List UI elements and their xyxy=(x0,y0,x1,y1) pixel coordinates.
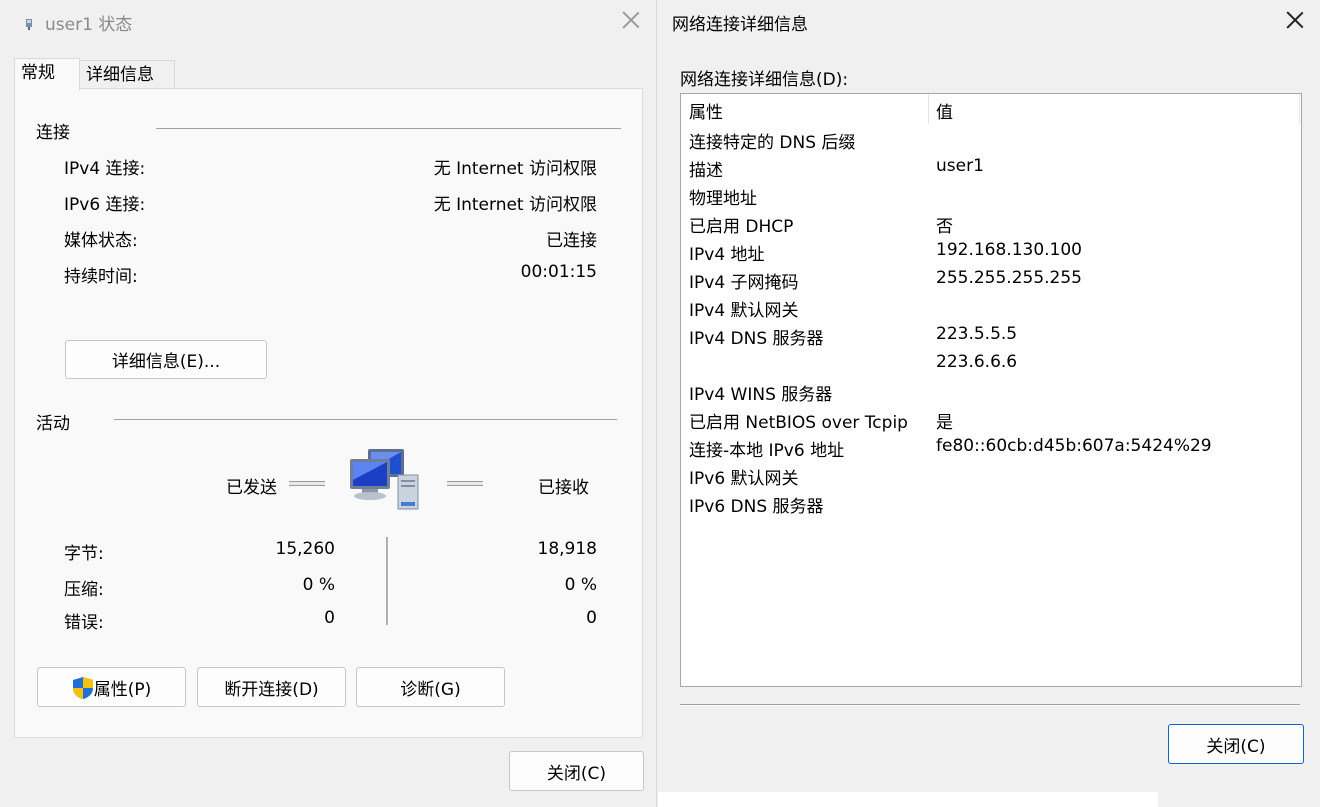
list-item-value: 192.168.130.100 xyxy=(936,240,1083,260)
list-item-property: 描述 xyxy=(689,161,723,181)
tab-general[interactable]: 常规 xyxy=(14,58,80,90)
list-item-value: fe80::60cb:d45b:607a:5424%29 xyxy=(936,436,1212,456)
details-separator xyxy=(680,704,1300,706)
bytes-label: 字节: xyxy=(64,544,104,564)
list-item-value: 是 xyxy=(936,413,953,433)
list-item-value: user1 xyxy=(936,156,984,176)
duration-label: 持续时间: xyxy=(64,267,138,287)
list-item[interactable]: IPv6 默认网关 xyxy=(681,462,1301,490)
compression-received-value: 0 % xyxy=(564,575,597,595)
activity-divider xyxy=(386,537,389,625)
properties-button-label: 属性(P) xyxy=(93,679,152,700)
activity-group-label: 活动 xyxy=(36,414,70,434)
list-item-property: 物理地址 xyxy=(689,189,757,209)
connection-group-label: 连接 xyxy=(36,123,70,143)
list-item-property: 已启用 DHCP xyxy=(689,217,794,237)
network-adapter-icon xyxy=(26,19,32,30)
column-header-value[interactable]: 值 xyxy=(936,98,953,123)
list-item[interactable]: IPv4 地址 192.168.130.100 xyxy=(681,238,1301,266)
column-divider[interactable] xyxy=(1299,94,1300,124)
list-item[interactable]: IPv4 DNS 服务器 223.5.5.5 xyxy=(681,322,1301,350)
background-strip xyxy=(658,792,1158,807)
errors-received-value: 0 xyxy=(586,608,597,628)
list-item-property: IPv4 默认网关 xyxy=(689,301,799,321)
column-header-property[interactable]: 属性 xyxy=(689,98,723,123)
list-item-value: 223.6.6.6 xyxy=(936,352,1018,372)
status-titlebar: user1 状态 xyxy=(0,0,656,44)
ipv6-connection-value: 无 Internet 访问权限 xyxy=(433,195,597,215)
media-state-label: 媒体状态: xyxy=(64,231,138,251)
details-close-button[interactable]: 关闭(C) xyxy=(1168,724,1304,764)
properties-button[interactable]: 属性(P) xyxy=(37,667,186,707)
list-item[interactable]: 描述 user1 xyxy=(681,154,1301,182)
errors-label: 错误: xyxy=(64,613,104,633)
details-list-label: 网络连接详细信息(D): xyxy=(680,70,849,90)
details-window-title: 网络连接详细信息 xyxy=(672,15,808,35)
list-item-property: 已启用 NetBIOS over Tcpip xyxy=(689,413,908,433)
list-item-property: IPv4 WINS 服务器 xyxy=(689,385,833,405)
general-panel: 连接 IPv4 连接: 无 Internet 访问权限 IPv6 连接: 无 I… xyxy=(14,88,643,738)
list-item[interactable]: 连接-本地 IPv6 地址 fe80::60cb:d45b:607a:5424%2… xyxy=(681,434,1301,462)
list-item[interactable]: IPv6 DNS 服务器 xyxy=(681,490,1301,518)
ipv4-connection-value: 无 Internet 访问权限 xyxy=(433,159,597,179)
connection-group-line xyxy=(156,128,621,129)
errors-sent-value: 0 xyxy=(324,608,335,628)
status-close-button[interactable]: 关闭(C) xyxy=(509,751,644,791)
bytes-received-value: 18,918 xyxy=(537,539,597,559)
details-list[interactable]: 属性 值 连接特定的 DNS 后缀 描述 user1 物理地址 已启用 DHCP 否 IPv… xyxy=(680,93,1302,687)
ipv6-connection-label: IPv6 连接: xyxy=(64,195,146,215)
network-computers-icon xyxy=(350,449,419,510)
details-titlebar: 网络连接详细信息 xyxy=(658,0,1320,44)
details-list-header: 属性 值 xyxy=(681,94,1301,124)
sent-activity-bar xyxy=(289,481,325,486)
close-icon[interactable] xyxy=(1284,9,1306,31)
list-item-property: 连接-本地 IPv6 地址 xyxy=(689,441,845,461)
list-item-property: IPv4 地址 xyxy=(689,245,765,265)
list-item-property: 连接特定的 DNS 后缀 xyxy=(689,133,856,153)
list-item[interactable]: 223.6.6.6 xyxy=(681,350,1301,378)
list-item[interactable]: IPv4 子网掩码 255.255.255.255 xyxy=(681,266,1301,294)
list-item[interactable]: 物理地址 xyxy=(681,182,1301,210)
details-button[interactable]: 详细信息(E)... xyxy=(65,340,267,379)
bytes-sent-value: 15,260 xyxy=(275,539,335,559)
media-state-value: 已连接 xyxy=(546,231,597,251)
status-window-title: user1 状态 xyxy=(45,15,133,35)
list-item[interactable]: IPv4 WINS 服务器 xyxy=(681,378,1301,406)
list-item-value: 255.255.255.255 xyxy=(936,268,1083,288)
ipv4-connection-label: IPv4 连接: xyxy=(64,159,146,179)
received-activity-bar xyxy=(447,481,483,486)
status-window: user1 状态 常规 详细信息 连接 IPv4 连接: 无 Internet … xyxy=(0,0,657,807)
uac-shield-icon xyxy=(72,676,93,699)
list-item[interactable]: 已启用 NetBIOS over Tcpip 是 xyxy=(681,406,1301,434)
compression-label: 压缩: xyxy=(64,580,104,600)
activity-group-line xyxy=(114,419,617,420)
sent-label: 已发送 xyxy=(226,478,277,498)
list-item[interactable]: 连接特定的 DNS 后缀 xyxy=(681,126,1301,154)
close-icon[interactable] xyxy=(620,9,642,31)
list-item-value: 否 xyxy=(936,217,953,237)
list-item-property: IPv4 DNS 服务器 xyxy=(689,329,824,349)
disconnect-button[interactable]: 断开连接(D) xyxy=(197,667,346,707)
list-item[interactable]: 已启用 DHCP 否 xyxy=(681,210,1301,238)
list-item-property: IPv4 子网掩码 xyxy=(689,273,799,293)
list-item-property: IPv6 默认网关 xyxy=(689,469,799,489)
diagnose-button[interactable]: 诊断(G) xyxy=(356,667,505,707)
column-divider[interactable] xyxy=(928,94,929,124)
compression-sent-value: 0 % xyxy=(302,575,335,595)
duration-value: 00:01:15 xyxy=(520,262,597,282)
list-item-property: IPv6 DNS 服务器 xyxy=(689,497,824,517)
tab-details[interactable]: 详细信息 xyxy=(80,60,175,90)
details-window: 网络连接详细信息 网络连接详细信息(D): 属性 值 连接特定的 DNS 后缀描… xyxy=(658,0,1320,807)
received-label: 已接收 xyxy=(538,478,589,498)
list-item-value: 223.5.5.5 xyxy=(936,324,1018,344)
list-item[interactable]: IPv4 默认网关 xyxy=(681,294,1301,322)
